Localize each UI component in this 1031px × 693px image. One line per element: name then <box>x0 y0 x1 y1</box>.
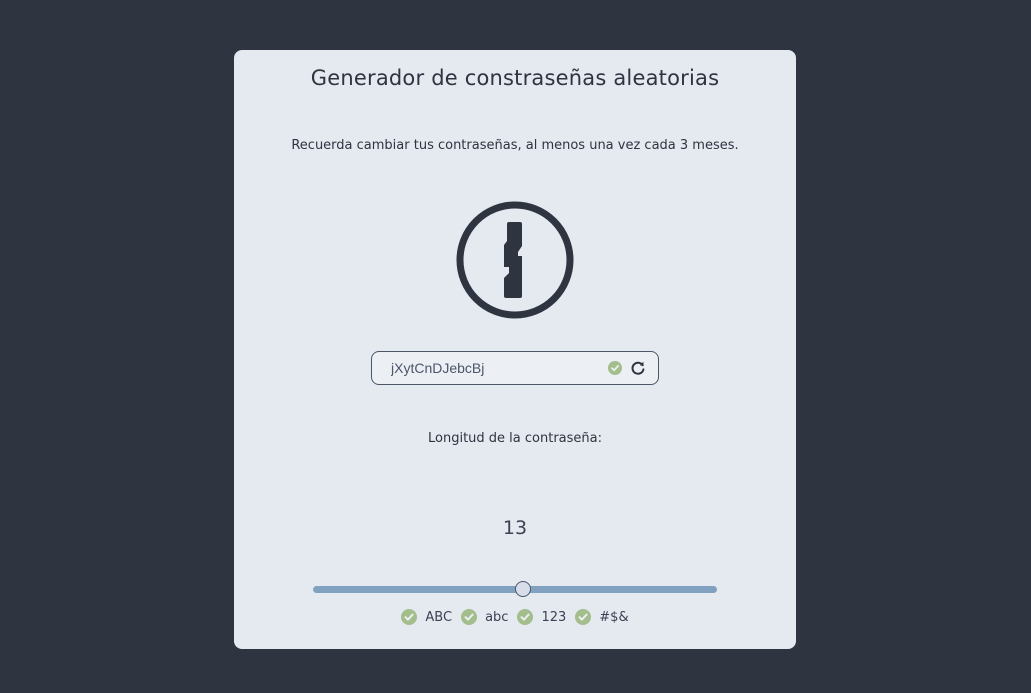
option-numbers[interactable]: 123 <box>517 609 566 625</box>
page-title: Generador de constraseñas aleatorias <box>310 66 720 90</box>
check-circle-icon[interactable] <box>575 609 592 625</box>
check-circle-icon[interactable] <box>517 609 534 625</box>
password-field <box>371 351 659 385</box>
character-options: ABC abc 123 #$& <box>234 607 796 627</box>
option-label: ABC <box>425 609 453 625</box>
option-label: abc <box>485 609 509 625</box>
refresh-icon[interactable] <box>630 360 646 376</box>
password-output[interactable] <box>391 352 601 384</box>
option-symbols[interactable]: #$& <box>575 609 629 625</box>
keyhole-logo-icon <box>456 201 574 319</box>
length-value: 13 <box>502 517 528 539</box>
option-lowercase[interactable]: abc <box>461 609 508 625</box>
subtitle-text: Recuerda cambiar tus contraseñas, al men… <box>291 138 739 153</box>
length-slider-thumb[interactable] <box>515 581 532 597</box>
check-circle-icon[interactable] <box>461 609 478 625</box>
generator-card: Generador de constraseñas aleatorias Rec… <box>234 50 796 649</box>
check-circle-icon <box>608 361 622 375</box>
option-label: 123 <box>541 609 567 625</box>
option-uppercase[interactable]: ABC <box>401 609 452 625</box>
length-label: Longitud de la contraseña: <box>428 431 602 446</box>
option-label: #$& <box>599 609 629 625</box>
check-circle-icon[interactable] <box>401 609 418 625</box>
